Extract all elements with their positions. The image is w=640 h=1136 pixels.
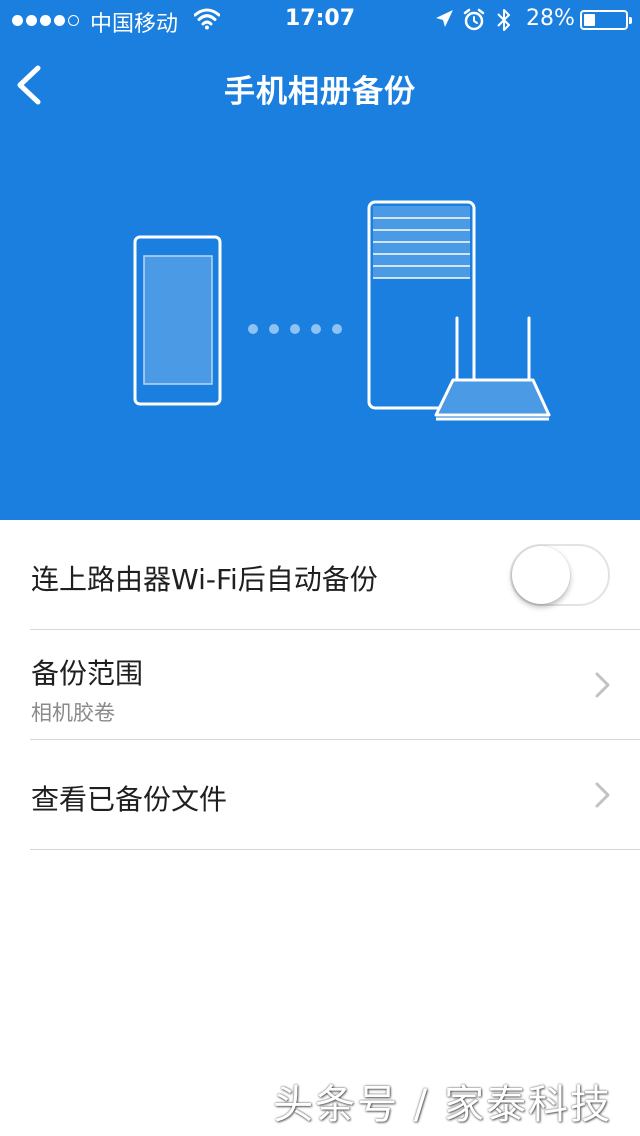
back-chevron-icon[interactable] (10, 60, 54, 110)
view-backups-label: 查看已备份文件 (31, 783, 228, 816)
sync-dots-icon (248, 324, 342, 334)
backup-scope-value: 相机胶卷 (31, 701, 115, 725)
backup-scope-label: 备份范围 (31, 657, 144, 690)
battery-icon (580, 10, 632, 30)
battery-level (584, 14, 595, 26)
auto-backup-label: 连上路由器Wi-Fi后自动备份 (31, 563, 378, 596)
phone-icon (133, 235, 222, 406)
toggle-knob (512, 546, 570, 604)
backup-illustration (133, 200, 551, 421)
battery-percent: 28% (526, 6, 575, 31)
auto-backup-toggle[interactable] (510, 544, 610, 606)
location-arrow-icon (436, 10, 453, 27)
auto-backup-row: 连上路由器Wi-Fi后自动备份 (0, 520, 640, 630)
page-title: 手机相册备份 (224, 74, 416, 110)
navigation-bar: 手机相册备份 (0, 40, 640, 130)
chevron-right-icon (595, 782, 610, 808)
chevron-right-icon (595, 672, 610, 698)
watermark: 头条号 / 家泰科技 (273, 1082, 612, 1128)
status-bar: 中国移动 17:07 28% (0, 0, 640, 40)
settings-list: 连上路由器Wi-Fi后自动备份 备份范围 相机胶卷 查看已备份文件 (0, 520, 640, 850)
backup-scope-row[interactable]: 备份范围 相机胶卷 (0, 630, 640, 740)
view-backups-row[interactable]: 查看已备份文件 (0, 740, 640, 850)
alarm-icon (463, 8, 485, 31)
bluetooth-icon (497, 9, 510, 31)
